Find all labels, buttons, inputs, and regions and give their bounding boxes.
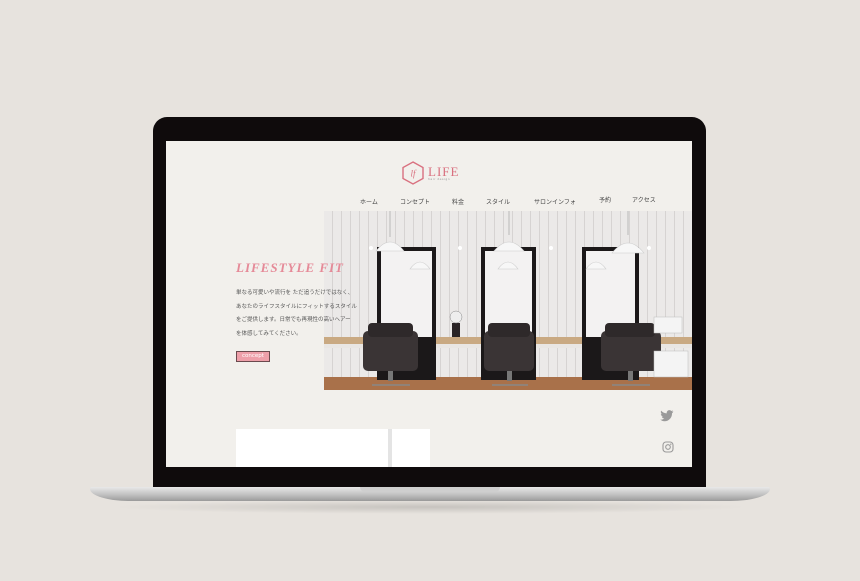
nav-item-concept[interactable]: コンセプト	[400, 197, 430, 206]
hero-description: 単なる可愛いや流行を ただ追うだけではなく、 あなたのライフスタイルにフィットす…	[236, 287, 357, 341]
hero-line-4: を体感してみてください。	[236, 330, 302, 337]
logo-hexagon-icon: lf	[402, 161, 424, 185]
hero-title: LIFESTYLE FIT	[236, 260, 344, 275]
next-section-card	[236, 429, 430, 467]
instagram-icon[interactable]	[662, 438, 674, 457]
nav-item-reserve[interactable]: 予約	[599, 195, 611, 204]
nav-item-style[interactable]: スタイル	[486, 197, 510, 206]
concept-button[interactable]: concept	[236, 351, 270, 362]
nav-item-price[interactable]: 料金	[452, 197, 464, 206]
twitter-icon[interactable]	[660, 407, 674, 426]
website-screen: lf LIFE hair design ホーム コンセプト 料金 スタイル サロ…	[166, 141, 692, 467]
laptop-shadow	[110, 500, 750, 514]
hero-line-2: あなたのライフスタイルにフィットするスタイル	[236, 303, 357, 310]
nav-item-home[interactable]: ホーム	[360, 197, 378, 206]
hero-line-1: 単なる可愛いや流行を ただ追うだけではなく、	[236, 290, 354, 296]
site-logo[interactable]: lf LIFE hair design	[402, 161, 459, 185]
nav-item-access[interactable]: アクセス	[632, 195, 656, 204]
laptop-notch	[360, 487, 500, 492]
hero-line-3: をご提供します。日常でも再現性の高いヘアー	[236, 317, 351, 323]
salon-interior-image	[324, 211, 692, 390]
nav-item-salon-info[interactable]: サロンインフォ	[534, 197, 576, 206]
logo-monogram: lf	[410, 169, 417, 179]
